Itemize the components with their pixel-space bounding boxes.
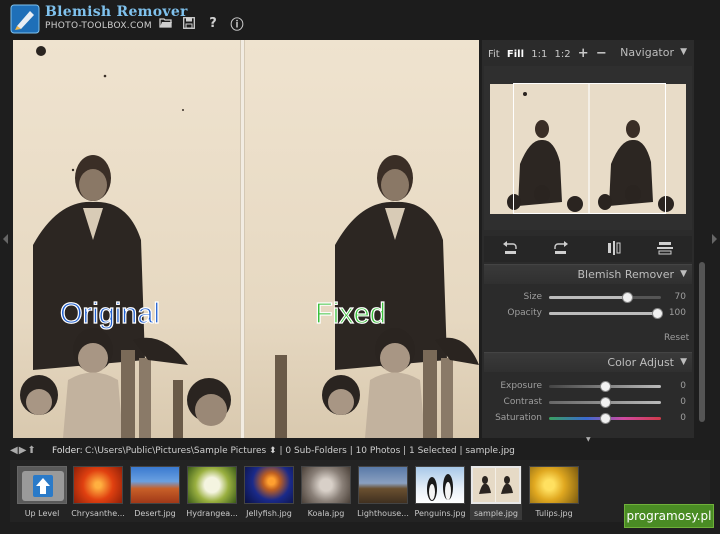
opacity-slider-fill: [549, 312, 657, 315]
panel-more-icon[interactable]: ▼: [586, 436, 591, 443]
photo-thumbnail: [301, 466, 351, 504]
folder-path-value: C:\Users\Public\Pictures\Sample Pictures: [85, 446, 267, 456]
reset-button[interactable]: Reset: [664, 333, 689, 343]
info-icon[interactable]: ⓘ: [229, 15, 245, 33]
chevron-down-icon[interactable]: ▼: [680, 357, 687, 367]
photo-thumbnail: [415, 466, 465, 504]
photo-thumbnail: [471, 466, 521, 504]
photo-thumbnail: [187, 466, 237, 504]
folder-open-icon[interactable]: [158, 15, 174, 31]
film-item-chrysanthemum[interactable]: Chrysanthe...: [71, 466, 125, 520]
app-window: Blemish Remover PHOTO-TOOLBOX.COM ? ⓘ Or…: [0, 0, 720, 534]
photo-thumbnail: [130, 466, 180, 504]
exposure-value: 0: [680, 381, 686, 391]
film-item-hydrangeas[interactable]: Hydrangea...: [186, 466, 238, 520]
path-bar: ◀▶⬆ Folder: C:\Users\Public\Pictures\Sam…: [0, 444, 720, 460]
navigator-title: Navigator: [620, 46, 674, 59]
blemish-remover-title: Blemish Remover: [577, 268, 674, 281]
film-item-label: Tulips.jpg: [535, 509, 573, 518]
split-divider[interactable]: [240, 40, 245, 438]
film-item-up-level[interactable]: Up Level: [16, 466, 68, 520]
size-slider-fill: [549, 296, 628, 299]
photo-viewer[interactable]: Original Fixed: [13, 40, 479, 438]
help-icon[interactable]: ?: [205, 15, 221, 31]
film-item-desert[interactable]: Desert.jpg: [129, 466, 181, 520]
photo-canvas: [13, 40, 479, 438]
film-item-label: Chrysanthe...: [71, 509, 125, 518]
size-label: Size: [523, 292, 542, 302]
size-value: 70: [674, 292, 686, 302]
original-label: Original: [59, 297, 160, 330]
rotate-left-icon[interactable]: [500, 238, 520, 258]
photo-thumbnail: [244, 466, 294, 504]
contrast-slider[interactable]: [549, 398, 661, 407]
color-adjust-title: Color Adjust: [607, 356, 674, 369]
folder-stats: | 0 Sub-Folders | 10 Photos | 1 Selected…: [279, 446, 515, 456]
fixed-label: Fixed: [314, 297, 386, 330]
app-subtitle: PHOTO-TOOLBOX.COM: [45, 21, 152, 31]
watermark-badge: programosy.pl: [624, 504, 714, 528]
nav-arrows-icon[interactable]: ◀▶⬆: [10, 445, 37, 456]
film-item-label: Jellyfish.jpg: [246, 509, 292, 518]
saturation-slider[interactable]: [549, 414, 661, 423]
film-item-label: Hydrangea...: [186, 509, 238, 518]
flip-vertical-icon[interactable]: [655, 238, 675, 258]
photo-thumbnail: [529, 466, 579, 504]
saturation-label: Saturation: [495, 413, 542, 423]
film-item-lighthouse[interactable]: Lighthouse...: [357, 466, 409, 520]
chevron-down-icon[interactable]: ▼: [680, 47, 687, 57]
right-collapse-arrow-icon[interactable]: [712, 234, 717, 244]
film-item-label: Koala.jpg: [307, 509, 345, 518]
saturation-value: 0: [680, 413, 686, 423]
flip-horizontal-icon[interactable]: [604, 238, 624, 258]
folder-label: Folder:: [52, 446, 83, 456]
save-icon[interactable]: [181, 15, 197, 31]
contrast-label: Contrast: [503, 397, 542, 407]
film-item-label: sample.jpg: [473, 509, 518, 518]
film-item-label: Desert.jpg: [134, 509, 176, 518]
film-item-koala[interactable]: Koala.jpg: [300, 466, 352, 520]
film-item-tulips[interactable]: Tulips.jpg: [528, 466, 580, 520]
path-dropdown-icon[interactable]: ⬍: [269, 446, 277, 456]
left-collapse-arrow-icon[interactable]: [3, 234, 8, 244]
header: Blemish Remover PHOTO-TOOLBOX.COM ? ⓘ: [0, 0, 720, 40]
exposure-slider[interactable]: [549, 382, 661, 391]
film-item-label: Lighthouse...: [357, 509, 409, 518]
color-adjust-header[interactable]: Color Adjust ▼: [484, 352, 692, 372]
opacity-value: 100: [668, 308, 686, 318]
folder-path[interactable]: C:\Users\Public\Pictures\Sample Pictures…: [85, 446, 515, 456]
opacity-slider[interactable]: [549, 309, 662, 318]
contrast-value: 0: [680, 397, 686, 407]
exposure-label: Exposure: [500, 381, 542, 391]
film-item-label: Penguins.jpg: [414, 509, 466, 518]
chevron-down-icon[interactable]: ▼: [680, 269, 687, 279]
panel-scrollbar[interactable]: [699, 262, 705, 422]
opacity-slider-thumb[interactable]: [653, 309, 662, 318]
navigator-viewport-frame[interactable]: [513, 83, 666, 214]
rotate-right-icon[interactable]: [551, 238, 571, 258]
contrast-slider-thumb[interactable]: [601, 398, 610, 407]
opacity-label: Opacity: [507, 308, 542, 318]
app-logo-icon: [10, 4, 40, 34]
up-level-icon: [17, 466, 67, 504]
photo-thumbnail: [73, 466, 123, 504]
saturation-slider-thumb[interactable]: [601, 414, 610, 423]
film-item-penguins[interactable]: Penguins.jpg: [414, 466, 466, 520]
film-item-sample[interactable]: sample.jpg: [470, 466, 522, 520]
blemish-remover-header[interactable]: Blemish Remover ▼: [484, 264, 692, 284]
film-item-label: Up Level: [24, 509, 60, 518]
size-slider[interactable]: [549, 293, 661, 302]
exposure-slider-thumb[interactable]: [601, 382, 610, 391]
navigator-header[interactable]: Navigator ▼: [484, 43, 692, 63]
photo-thumbnail: [358, 466, 408, 504]
film-item-jellyfish[interactable]: Jellyfish.jpg: [243, 466, 295, 520]
